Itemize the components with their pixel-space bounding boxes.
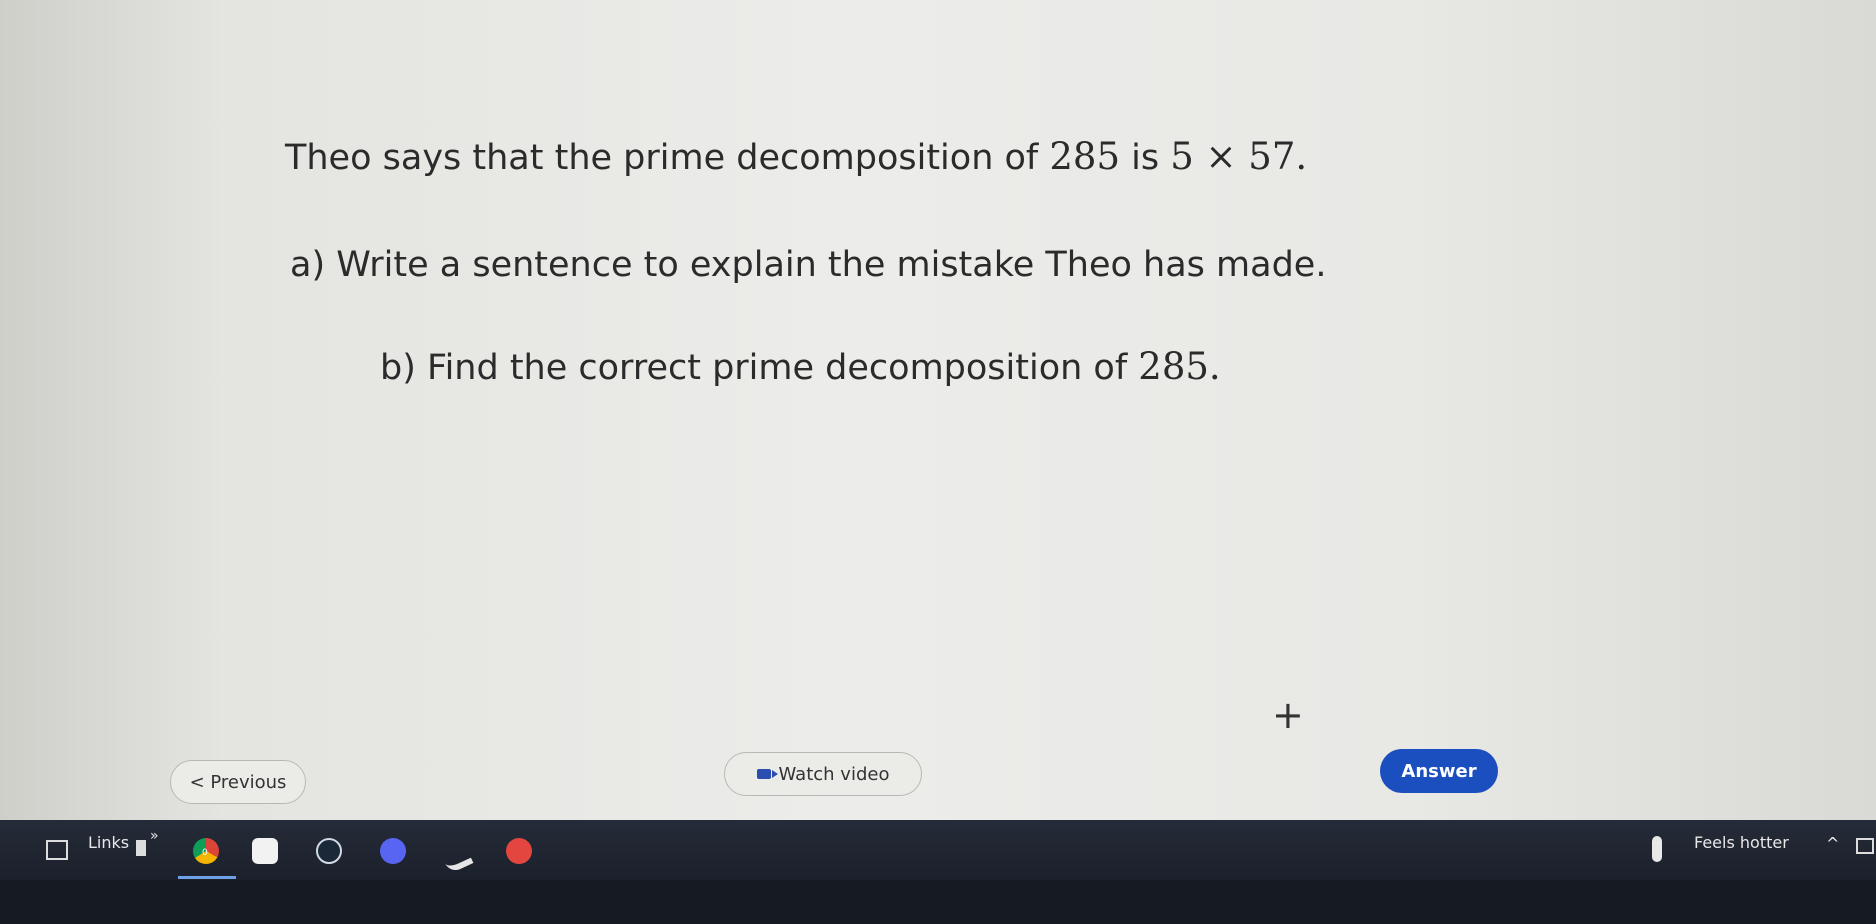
- statement-number: 285: [1049, 135, 1120, 178]
- question-statement: Theo says that the prime decomposition o…: [285, 135, 1307, 178]
- weather-text[interactable]: Feels hotter: [1694, 833, 1789, 852]
- watch-video-label: Watch video: [778, 763, 890, 785]
- links-toolbar-label[interactable]: Links: [88, 833, 129, 852]
- part-b-number: 285.: [1138, 345, 1221, 388]
- previous-button[interactable]: < Previous: [170, 760, 306, 804]
- steam-icon[interactable]: [316, 838, 342, 864]
- red-app-icon[interactable]: [506, 838, 532, 864]
- question-part-b: b) Find the correct prime decomposition …: [380, 345, 1221, 388]
- add-icon[interactable]: +: [1272, 693, 1304, 737]
- task-view-icon[interactable]: [46, 840, 68, 860]
- part-b-text: b) Find the correct prime decomposition …: [380, 348, 1139, 388]
- statement-is: is: [1120, 138, 1171, 178]
- chrome-badge: 0: [202, 848, 208, 858]
- thermometer-icon[interactable]: [1652, 836, 1662, 862]
- taskbar-strip: [0, 820, 1876, 880]
- question-page: Theo says that the prime decomposition o…: [0, 0, 1876, 820]
- answer-button[interactable]: Answer: [1380, 749, 1498, 793]
- statement-text: Theo says that the prime decomposition o…: [285, 138, 1050, 178]
- watch-video-button[interactable]: Watch video: [724, 752, 922, 796]
- question-part-a: a) Write a sentence to explain the mista…: [290, 245, 1327, 285]
- discord-icon[interactable]: [380, 838, 406, 864]
- show-hidden-icons-caret[interactable]: ^: [1826, 834, 1839, 853]
- capcut-icon[interactable]: [252, 838, 278, 864]
- video-camera-icon: [756, 769, 778, 779]
- overflow-chevron-icon[interactable]: »: [150, 828, 159, 844]
- chrome-icon[interactable]: 0: [193, 838, 219, 864]
- system-tray-icon[interactable]: [1856, 838, 1874, 854]
- links-folder-icon[interactable]: [136, 840, 146, 856]
- windows-taskbar: Links » 0 Feels hotter ^: [0, 820, 1876, 924]
- statement-product: 5 × 57.: [1170, 135, 1308, 178]
- active-app-indicator: [178, 876, 236, 879]
